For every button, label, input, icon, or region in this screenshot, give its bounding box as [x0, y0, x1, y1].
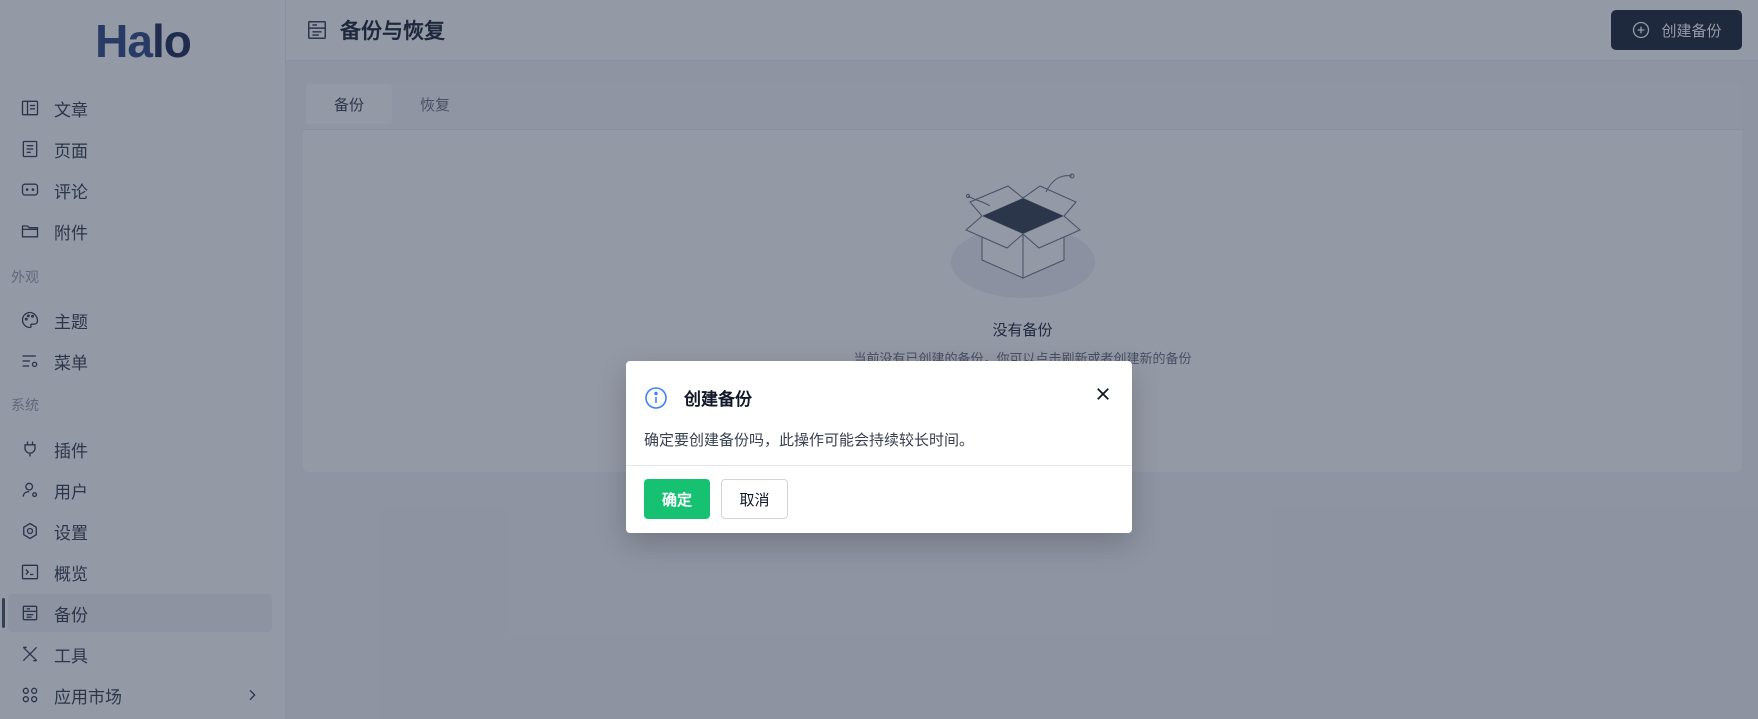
cancel-button[interactable]: 取消 — [721, 479, 788, 519]
info-icon — [645, 386, 667, 409]
create-backup-dialog: 创建备份 确定要创建备份吗，此操作可能会持续较长时间。 确定 取消 — [626, 361, 1132, 533]
confirm-button[interactable]: 确定 — [644, 479, 710, 519]
dialog-title: 创建备份 — [684, 390, 752, 410]
dialog-divider — [626, 465, 1132, 466]
close-icon[interactable] — [1094, 385, 1112, 403]
dialog-message: 确定要创建备份吗，此操作可能会持续较长时间。 — [644, 431, 975, 449]
modal-overlay[interactable] — [0, 0, 1758, 719]
dialog-header: 创建备份 — [644, 385, 752, 410]
